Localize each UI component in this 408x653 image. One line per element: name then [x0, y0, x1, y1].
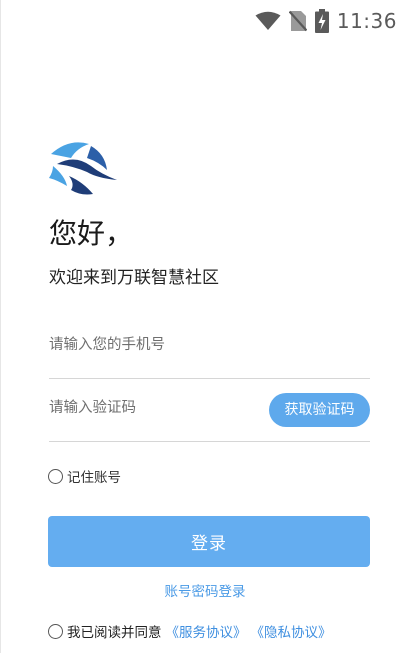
wifi-icon: [255, 11, 281, 31]
no-sim-icon: [288, 10, 307, 32]
phone-field: [49, 328, 370, 379]
welcome-text: 欢迎来到万联智慧社区: [49, 268, 219, 288]
status-time: 11:36: [336, 9, 397, 33]
greeting-title: 您好，: [49, 217, 134, 250]
service-agreement-link[interactable]: 《服务协议》: [166, 621, 247, 641]
agreement-row: 我已阅读并同意 《服务协议》 《隐私协议》: [48, 621, 332, 641]
remember-account[interactable]: 记住账号: [48, 466, 121, 486]
agreement-radio[interactable]: [48, 623, 63, 639]
privacy-agreement-link[interactable]: 《隐私协议》: [251, 621, 332, 641]
status-bar: 11:36: [1, 0, 408, 42]
wanlian-logo-icon: [47, 136, 119, 200]
password-login-link[interactable]: 账号密码登录: [1, 580, 408, 600]
code-input[interactable]: [49, 391, 249, 425]
remember-radio[interactable]: [48, 468, 63, 484]
login-button[interactable]: 登录: [48, 516, 370, 567]
get-code-button[interactable]: 获取验证码: [269, 393, 370, 427]
remember-label: 记住账号: [67, 470, 121, 486]
agreement-prefix: 我已阅读并同意: [67, 625, 162, 641]
login-screen: 11:36 您好， 欢迎来到万联智慧社区 获取验证码 记住账号 登录 账号密码登…: [0, 0, 408, 653]
status-icons: 11:36: [255, 8, 397, 34]
code-field: 获取验证码: [49, 391, 370, 442]
phone-input[interactable]: [49, 328, 249, 362]
battery-charging-icon: [314, 9, 329, 33]
